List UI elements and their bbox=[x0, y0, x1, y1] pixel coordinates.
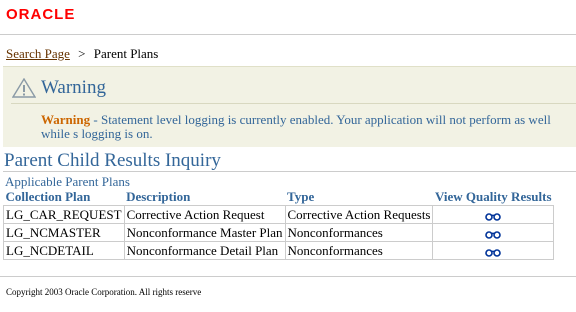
warning-dash: - bbox=[90, 112, 101, 127]
table-header-row: Collection Plan Description Type View Qu… bbox=[3, 189, 554, 206]
cell-collection-plan: LG_NCMASTER bbox=[3, 223, 125, 242]
cell-type: Corrective Action Requests bbox=[284, 205, 434, 224]
table-row: LG_NCDETAIL Nonconformance Detail Plan N… bbox=[3, 241, 555, 260]
cell-view-quality-results bbox=[432, 205, 555, 224]
page-title-divider bbox=[3, 171, 576, 172]
warning-divider bbox=[11, 103, 576, 104]
breadcrumb-separator: > bbox=[78, 46, 86, 61]
cell-collection-plan: LG_NCDETAIL bbox=[3, 241, 125, 260]
page-title: Parent Child Results Inquiry bbox=[4, 150, 221, 171]
eyeglasses-icon[interactable] bbox=[485, 229, 502, 239]
cell-collection-plan: LG_CAR_REQUEST bbox=[3, 205, 125, 224]
eyeglasses-icon[interactable] bbox=[485, 211, 502, 221]
section-subtitle: Applicable Parent Plans bbox=[5, 174, 130, 189]
breadcrumb: Search Page > Parent Plans bbox=[6, 46, 158, 62]
column-header-view-quality-results: View Quality Results bbox=[432, 189, 554, 206]
eyeglasses-icon[interactable] bbox=[485, 247, 502, 257]
cell-view-quality-results bbox=[432, 241, 555, 260]
warning-box: Warning Warning - Statement level loggin… bbox=[3, 66, 576, 147]
cell-type: Nonconformances bbox=[284, 223, 434, 242]
warning-title: Warning bbox=[41, 77, 106, 98]
cell-description: Nonconformance Master Plan bbox=[123, 223, 286, 242]
cell-view-quality-results bbox=[432, 223, 555, 242]
footer-divider bbox=[0, 276, 576, 277]
table-row: LG_NCMASTER Nonconformance Master Plan N… bbox=[3, 223, 555, 242]
cell-description: Corrective Action Request bbox=[123, 205, 286, 224]
breadcrumb-current: Parent Plans bbox=[93, 46, 159, 61]
warning-message: Warning - Statement level logging is cur… bbox=[41, 113, 576, 141]
column-header-type: Type bbox=[285, 189, 433, 206]
warning-text: Statement level logging is currently ena… bbox=[41, 112, 551, 141]
oracle-logo: ORACLE bbox=[6, 6, 76, 23]
copyright-text: Copyright 2003 Oracle Corporation. All r… bbox=[6, 287, 202, 297]
breadcrumb-link-search-page[interactable]: Search Page bbox=[6, 46, 70, 61]
cell-type: Nonconformances bbox=[284, 241, 434, 260]
warning-label: Warning bbox=[41, 112, 91, 127]
column-header-description: Description bbox=[124, 189, 286, 206]
table-row: LG_CAR_REQUEST Corrective Action Request… bbox=[3, 205, 555, 224]
cell-description: Nonconformance Detail Plan bbox=[123, 241, 286, 260]
header-divider bbox=[0, 34, 576, 35]
warning-triangle-icon bbox=[12, 78, 36, 98]
column-header-collection-plan: Collection Plan bbox=[3, 189, 125, 206]
parent-plans-table: Collection Plan Description Type View Qu… bbox=[3, 189, 555, 260]
